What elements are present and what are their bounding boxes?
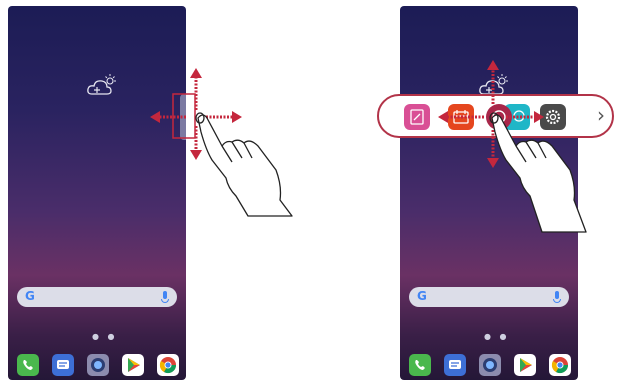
gesture-overlay	[150, 60, 587, 233]
left-left-arrow	[150, 111, 186, 123]
hand-illustration	[489, 112, 587, 233]
left-up-arrow	[190, 68, 202, 110]
right-right-arrow	[506, 111, 544, 123]
right-up-arrow	[487, 60, 499, 104]
left-right-arrow	[206, 111, 242, 123]
right-left-arrow	[438, 111, 484, 123]
hand-illustration	[195, 112, 293, 217]
